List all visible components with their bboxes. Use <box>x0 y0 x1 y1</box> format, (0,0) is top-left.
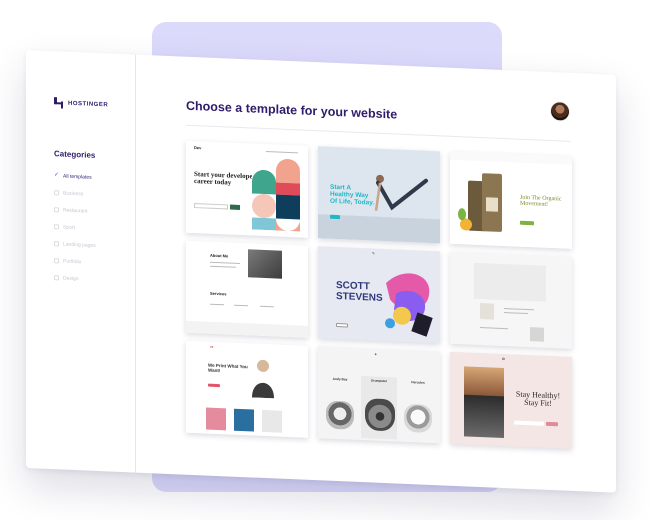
pet-column: Andy Bay <box>322 374 358 438</box>
product-photo <box>234 408 254 432</box>
category-label: Landing pages <box>63 241 96 249</box>
text-line <box>480 327 508 330</box>
template-card-personal[interactable]: About Me Services <box>186 240 308 338</box>
checkmark-icon: ✓ <box>54 172 60 179</box>
category-label: Restaurant <box>63 207 88 215</box>
category-list: ✓ All templates Business Restaurant Spor… <box>54 167 96 288</box>
product-photo <box>262 409 282 433</box>
template-card-organic[interactable]: Join The Organic Movement! <box>450 151 572 249</box>
category-all-templates[interactable]: ✓ All templates <box>54 167 96 186</box>
template-cta-button <box>520 220 534 226</box>
template-logo: ●● <box>210 344 214 349</box>
checkbox[interactable] <box>54 224 59 230</box>
text-line <box>504 308 534 311</box>
category-portfolio[interactable]: Portfolio <box>54 252 96 271</box>
brand-name: HOSTINGER <box>68 100 109 108</box>
category-business[interactable]: Business <box>54 184 96 203</box>
category-label: All templates <box>63 173 92 181</box>
template-nav <box>266 151 298 154</box>
category-design[interactable]: Design <box>54 269 96 288</box>
brand-logo[interactable]: HOSTINGER <box>54 97 108 110</box>
template-logo: ✿ <box>502 356 505 362</box>
dog-icon <box>326 400 354 430</box>
template-cta-button <box>330 214 340 220</box>
text-line <box>234 304 248 307</box>
pet-name: Grumpster <box>370 378 388 384</box>
geometric-art-icon <box>252 157 300 232</box>
pet-column: Hercules <box>400 377 436 442</box>
template-card-minimal[interactable] <box>450 251 572 349</box>
template-chooser-window: HOSTINGER Categories ✓ All templates Bus… <box>26 50 616 493</box>
category-label: Portfolio <box>63 258 82 265</box>
checkbox[interactable] <box>54 190 59 196</box>
template-cta-button <box>336 322 348 328</box>
category-label: Sport <box>63 224 75 231</box>
product-image <box>530 327 544 342</box>
template-card-designer[interactable]: ✎ SCOTT STEVENS <box>318 246 440 344</box>
checkbox[interactable] <box>54 258 59 264</box>
text-line <box>210 303 224 306</box>
divider <box>186 124 571 142</box>
text-line <box>260 305 274 308</box>
checkbox[interactable] <box>54 275 59 281</box>
text-line <box>210 261 240 264</box>
pet-column: Grumpster <box>361 376 397 440</box>
template-card-print-shop[interactable]: ●● We Print What You Want! <box>186 340 308 438</box>
template-headline: Join The Organic Movement! <box>520 194 562 209</box>
pet-name: Andy Bay <box>332 376 348 382</box>
user-avatar[interactable] <box>550 100 570 122</box>
template-card-fitness[interactable]: Start A Healthy Way Of Life, Today. <box>318 146 440 244</box>
sidebar: HOSTINGER Categories ✓ All templates Bus… <box>26 50 136 473</box>
template-cta-button <box>546 421 558 427</box>
hero-illustration: HOSTINGER Categories ✓ All templates Bus… <box>0 0 650 520</box>
template-cta-button <box>230 204 240 210</box>
product-image <box>480 303 494 320</box>
product-photo <box>206 407 226 431</box>
template-email-field <box>514 420 544 426</box>
page-title: Choose a template for your website <box>186 98 398 122</box>
template-headline: Start A Healthy Way Of Life, Today. <box>330 183 375 207</box>
dog-icon <box>404 403 432 434</box>
category-landing-pages[interactable]: Landing pages <box>54 235 96 254</box>
template-card-healthy[interactable]: ✿ Stay Healthy! Stay Fit! <box>450 351 572 449</box>
footer-band <box>186 320 308 338</box>
category-label: Design <box>63 275 79 282</box>
hostinger-logo-icon <box>54 97 63 109</box>
category-label: Business <box>63 190 84 197</box>
template-headline: About Me <box>210 252 229 259</box>
template-logo: ✎ <box>372 251 375 256</box>
text-line <box>210 265 236 268</box>
dog-icon <box>365 398 395 432</box>
checkbox[interactable] <box>54 241 59 247</box>
hero-image <box>474 262 546 302</box>
template-headline: Stay Healthy! Stay Fit! <box>515 389 561 409</box>
abstract-art-icon <box>385 273 433 337</box>
category-restaurant[interactable]: Restaurant <box>54 201 96 220</box>
category-sport[interactable]: Sport <box>54 218 96 237</box>
checkbox[interactable] <box>54 207 59 213</box>
template-card-developer[interactable]: Dev Start your developer career today <box>186 140 308 238</box>
categories-title: Categories <box>54 149 96 160</box>
person-photo-icon <box>252 359 274 399</box>
portrait-photo <box>248 249 282 279</box>
template-headline: Start your developer career today <box>194 170 256 187</box>
template-card-pets[interactable]: ✦ Andy Bay Grumpster Hercules <box>318 346 440 444</box>
text-line <box>504 312 528 315</box>
template-headline: We Print What You Want! <box>208 362 248 373</box>
template-email-field <box>194 203 228 210</box>
template-brand: Dev <box>194 145 202 151</box>
athlete-photo <box>464 366 504 439</box>
template-logo: ✦ <box>374 351 378 357</box>
pet-name: Hercules <box>411 380 425 385</box>
template-grid: Dev Start your developer career today St… <box>186 140 574 457</box>
template-cta-button <box>208 383 220 388</box>
template-section-title: Services <box>210 290 227 297</box>
